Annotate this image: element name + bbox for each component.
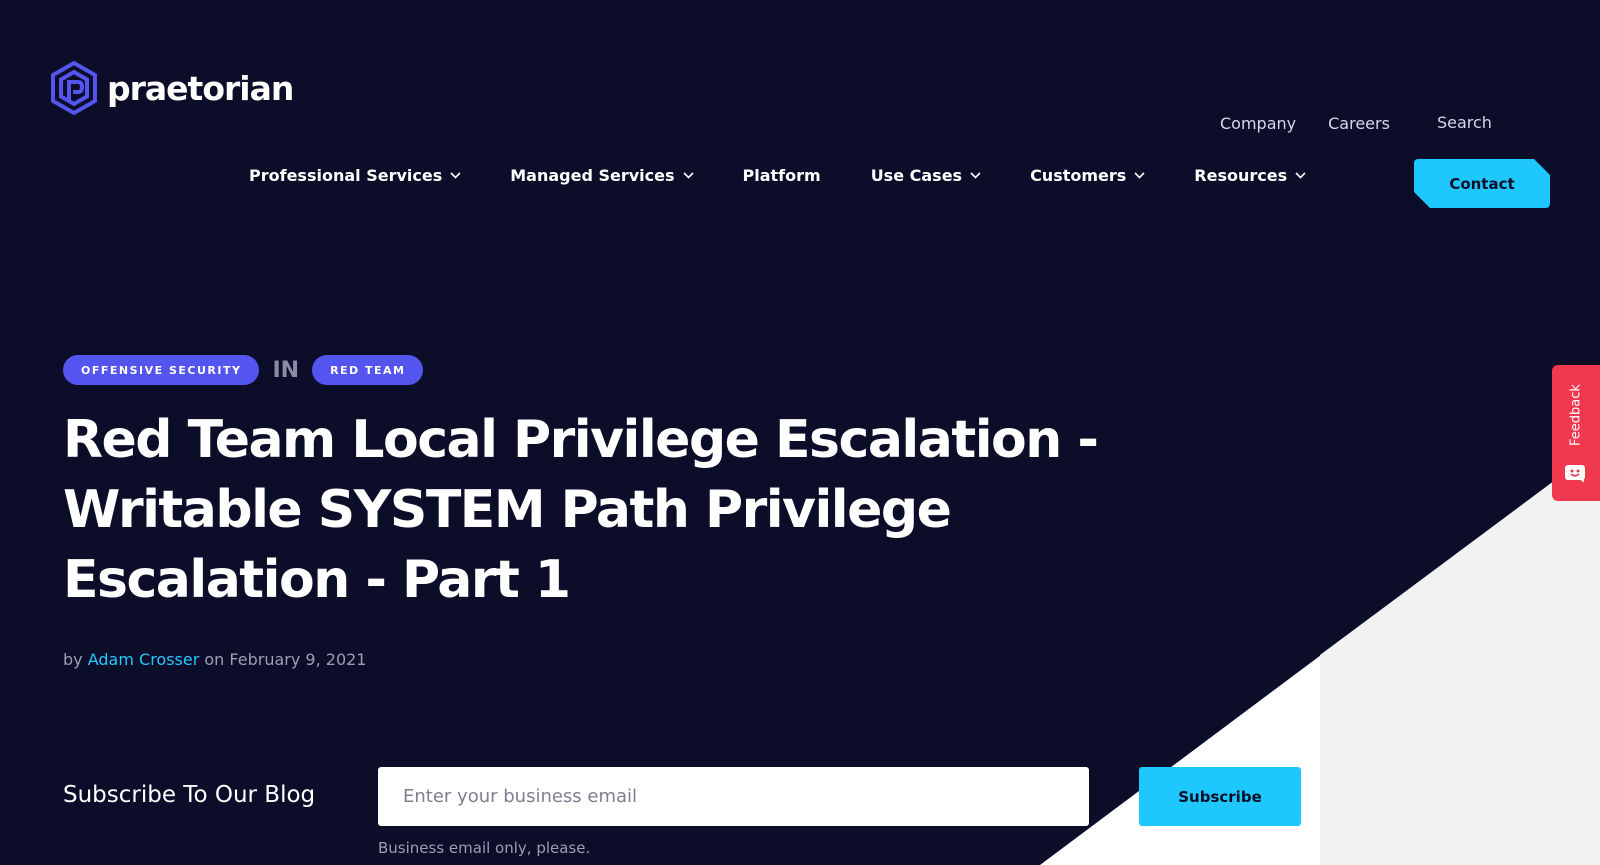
nav-item-label: Use Cases (870, 166, 963, 185)
nav-search-link[interactable]: Search (1437, 113, 1492, 133)
contact-button[interactable]: Contact (1414, 159, 1550, 208)
nav-item-label: Professional Services (249, 166, 443, 185)
email-field[interactable] (378, 767, 1089, 826)
chevron-down-icon (682, 172, 694, 179)
nav-item-label: Resources (1194, 166, 1288, 185)
chevron-down-icon (450, 172, 461, 179)
tag-separator: IN (272, 357, 300, 383)
nav-company-link[interactable]: Company (1220, 114, 1296, 133)
article-byline: by Adam Crosser on February 9, 2021 (63, 650, 366, 669)
nav-item-resources[interactable]: Resources (1194, 166, 1306, 185)
category-tag-offensive-security[interactable]: OFFENSIVE SECURITY (63, 355, 260, 385)
nav-item-label: Customers (1030, 166, 1127, 185)
author-link[interactable]: Adam Crosser (88, 650, 200, 669)
byline-on: on (204, 650, 225, 669)
logo-wordmark: praetorian (107, 68, 294, 108)
byline-by: by (63, 650, 83, 669)
nav-item-label: Managed Services (510, 166, 675, 185)
category-tag-red-team[interactable]: RED TEAM (312, 355, 424, 385)
utility-nav: Company Careers Search (1212, 113, 1492, 133)
nav-item-use-cases[interactable]: Use Cases (871, 166, 981, 185)
main-nav: Professional Services Managed Services P… (249, 166, 1306, 185)
praetorian-logo[interactable]: praetorian (49, 60, 294, 116)
nav-item-managed-services[interactable]: Managed Services (510, 166, 694, 185)
praetorian-hex-icon (51, 60, 97, 116)
article-tags: OFFENSIVE SECURITY IN RED TEAM (63, 355, 424, 385)
nav-item-platform[interactable]: Platform (743, 166, 821, 185)
nav-item-professional-services[interactable]: Professional Services (249, 166, 461, 185)
chevron-down-icon (1295, 172, 1306, 179)
subscribe-label: Subscribe To Our Blog (63, 782, 316, 808)
subscribe-button[interactable]: Subscribe (1139, 767, 1301, 826)
feedback-label: Feedback (1568, 384, 1584, 446)
chevron-down-icon (970, 172, 981, 179)
email-hint: Business email only, please. (378, 839, 591, 857)
nav-item-customers[interactable]: Customers (1030, 166, 1145, 185)
chat-smile-icon (1565, 465, 1585, 483)
nav-careers-link[interactable]: Careers (1328, 114, 1390, 133)
page: praetorian Company Careers Search Profes… (0, 0, 1600, 865)
article-title: Red Team Local Privilege Escalation - Wr… (63, 410, 1099, 610)
chevron-down-icon (1134, 172, 1145, 179)
publish-date: February 9, 2021 (229, 650, 367, 669)
nav-item-label: Platform (742, 166, 821, 185)
feedback-tab[interactable]: Feedback (1552, 365, 1600, 501)
